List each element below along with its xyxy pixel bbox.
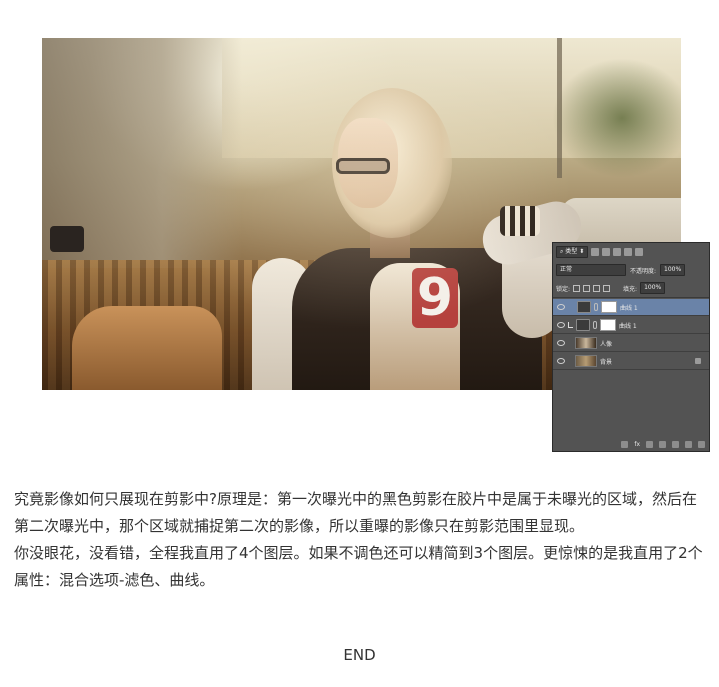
layer-mask-thumbnail[interactable]	[600, 319, 616, 331]
filter-text-icon[interactable]	[613, 248, 622, 256]
blend-mode-select[interactable]: 正常	[556, 264, 626, 276]
fill-input[interactable]: 100%	[640, 282, 666, 294]
lock-icon	[695, 358, 701, 364]
eye-icon[interactable]	[557, 304, 565, 310]
filter-shape-icon[interactable]	[624, 248, 633, 256]
layer-name: 人像	[600, 340, 613, 348]
filter-smart-object-icon[interactable]	[635, 248, 644, 256]
layer-name: 曲线 1	[619, 322, 637, 330]
lock-label: 锁定:	[556, 285, 571, 293]
lock-brush-icon[interactable]	[583, 284, 591, 292]
layer-mask-thumbnail[interactable]	[601, 301, 617, 313]
trash-icon[interactable]	[698, 440, 705, 448]
article-paragraph-1: 究竟影像如何只展现在剪影中?原理是：第一次曝光中的黑色剪影在胶片中是属于未曝光的…	[14, 490, 697, 535]
link-icon[interactable]	[593, 321, 597, 329]
layer-row-curves-top[interactable]: 曲线 1	[553, 299, 709, 316]
curves-adjustment-icon	[576, 319, 590, 331]
link-layers-icon[interactable]	[621, 440, 629, 448]
blend-row: 正常 不透明度: 100%	[553, 263, 709, 277]
layers-panel: ⌕ 类型 ⬍ 正常 不透明度: 100% 锁定: 填充: 100% 曲线 1 曲…	[552, 242, 710, 452]
article-paragraph-2: 你没眼花，没看错，全程我直用了4个图层。如果不调色还可以精简到3个图层。更惊悚的…	[14, 544, 703, 589]
adjustment-layer-icon[interactable]	[659, 440, 666, 448]
lock-transparent-icon[interactable]	[573, 284, 581, 292]
search-icon: ⌕	[560, 248, 564, 255]
fill-label: 填充:	[623, 285, 638, 293]
new-layer-icon[interactable]	[685, 440, 692, 448]
layers-filter-row: ⌕ 类型 ⬍	[553, 245, 709, 259]
layer-thumbnail	[575, 337, 597, 349]
link-icon[interactable]	[594, 303, 598, 311]
layer-row-portrait[interactable]: 人像	[553, 335, 709, 352]
layers-panel-footer: fx	[553, 439, 709, 449]
blend-mode-value: 正常	[560, 266, 573, 273]
layer-thumbnail	[575, 355, 597, 367]
chevron-down-icon: ⬍	[579, 248, 585, 255]
layer-row-background[interactable]: 背景	[553, 353, 709, 370]
filter-type-select[interactable]: ⌕ 类型 ⬍	[556, 246, 589, 258]
filter-adjustment-icon[interactable]	[602, 248, 611, 256]
opacity-input[interactable]: 100%	[660, 264, 686, 276]
filter-type-label: 类型	[565, 248, 578, 255]
layer-name: 背景	[600, 358, 613, 366]
panel-separator	[553, 297, 709, 298]
fx-button[interactable]: fx	[634, 441, 640, 448]
clipping-mask-icon	[568, 322, 573, 328]
add-mask-icon[interactable]	[646, 440, 653, 448]
eye-icon[interactable]	[557, 358, 565, 364]
article-end: END	[343, 646, 376, 664]
layer-name: 曲线 1	[620, 304, 638, 312]
opacity-label: 不透明度:	[630, 267, 657, 275]
article-body: 究竟影像如何只展现在剪影中?原理是：第一次曝光中的黑色剪影在胶片中是属于未曝光的…	[14, 486, 708, 594]
curves-adjustment-icon	[577, 301, 591, 313]
eye-icon[interactable]	[557, 340, 565, 346]
lock-row: 锁定: 填充: 100%	[553, 281, 709, 295]
lock-move-icon[interactable]	[593, 284, 601, 292]
filter-pixel-icon[interactable]	[591, 248, 600, 256]
lock-all-icon[interactable]	[603, 284, 611, 292]
eye-icon[interactable]	[557, 322, 565, 328]
layer-row-curves-clipped[interactable]: 曲线 1	[553, 317, 709, 334]
new-group-icon[interactable]	[672, 440, 679, 448]
